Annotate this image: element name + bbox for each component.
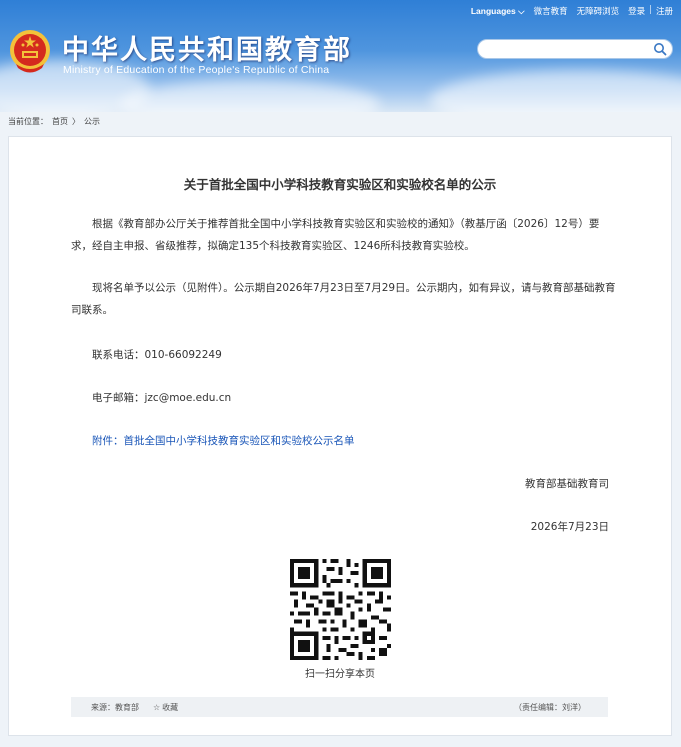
phone-value: 010-66092249: [144, 349, 222, 361]
attachment-link[interactable]: 首批全国中小学科技教育实验区和实验校公示名单: [124, 435, 355, 447]
email-value: jzc@moe.edu.cn: [144, 392, 232, 404]
search-input[interactable]: [478, 43, 658, 62]
article-paragraph-1: 根据《教育部办公厅关于推荐首批全国中小学科技教育实验区和实验校的通知》（教基厅函…: [71, 218, 600, 252]
favorite-label: 收藏: [162, 702, 179, 712]
site-header: 中华人民共和国教育部 Ministry of Education of the …: [0, 0, 681, 112]
register-link[interactable]: 注册: [656, 5, 673, 17]
languages-menu[interactable]: Languages ⌵: [471, 6, 525, 17]
star-icon: ☆: [153, 702, 161, 712]
national-emblem-icon[interactable]: [8, 28, 52, 76]
publish-date: 2026年7月23日: [530, 521, 609, 533]
contact-phone: 联系电话：010-66092249: [92, 347, 222, 362]
attachment-line: 附件：首批全国中小学科技教育实验区和实验校公示名单: [92, 433, 355, 448]
attachment-label: 附件：: [92, 435, 124, 447]
signature: 教育部基础教育司: [525, 478, 609, 490]
article-panel: 关于首批全国中小学科技教育实验区和实验校名单的公示 根据《教育部办公厅关于推荐首…: [8, 136, 672, 736]
search-box: [477, 39, 673, 62]
favorite-button[interactable]: ☆ 收藏: [153, 702, 178, 713]
article-paragraph-2: 现将名单予以公示（见附件）。公示期自2026年7月23日至7月29日。公示期内，…: [71, 282, 616, 316]
top-links: Languages ⌵ 微言教育 无障碍浏览 登录 | 注册: [471, 5, 673, 17]
breadcrumb: 当前位置： 首页 〉 公示: [8, 116, 100, 127]
responsible-editor: （责任编辑：刘洋）: [514, 702, 586, 712]
qr-caption: 扫一扫分享本页: [305, 669, 375, 680]
site-logo-title[interactable]: 中华人民共和国教育部: [62, 28, 352, 67]
header-cloud-decoration: [430, 70, 681, 112]
breadcrumb-current[interactable]: 公示: [84, 116, 100, 127]
article-source: 来源：教育部: [91, 702, 139, 712]
site-logo-subtitle: Ministry of Education of the People's Re…: [63, 64, 330, 76]
article-title: 关于首批全国中小学科技教育实验区和实验校名单的公示: [183, 177, 497, 192]
link-separator: |: [649, 5, 652, 15]
accessibility-link[interactable]: 无障碍浏览: [577, 5, 620, 17]
search-icon[interactable]: [653, 42, 667, 56]
breadcrumb-arrow-icon: 〉: [72, 117, 80, 126]
breadcrumb-home[interactable]: 首页: [52, 116, 68, 127]
weibo-link[interactable]: 微言教育: [534, 5, 568, 17]
chevron-down-icon: ⌵: [518, 5, 525, 16]
contact-email: 电子邮箱：jzc@moe.edu.cn: [92, 390, 231, 405]
phone-label: 联系电话：: [92, 349, 145, 361]
email-label: 电子邮箱：: [92, 392, 145, 404]
login-link[interactable]: 登录: [628, 5, 645, 17]
article-footer-bar: 来源：教育部 ☆ 收藏 （责任编辑：刘洋）: [71, 697, 608, 717]
languages-label: Languages: [470, 5, 516, 16]
header-cloud-decoration: [120, 80, 380, 112]
breadcrumb-prefix: 当前位置：: [8, 117, 48, 126]
qr-code-icon: [290, 559, 391, 660]
